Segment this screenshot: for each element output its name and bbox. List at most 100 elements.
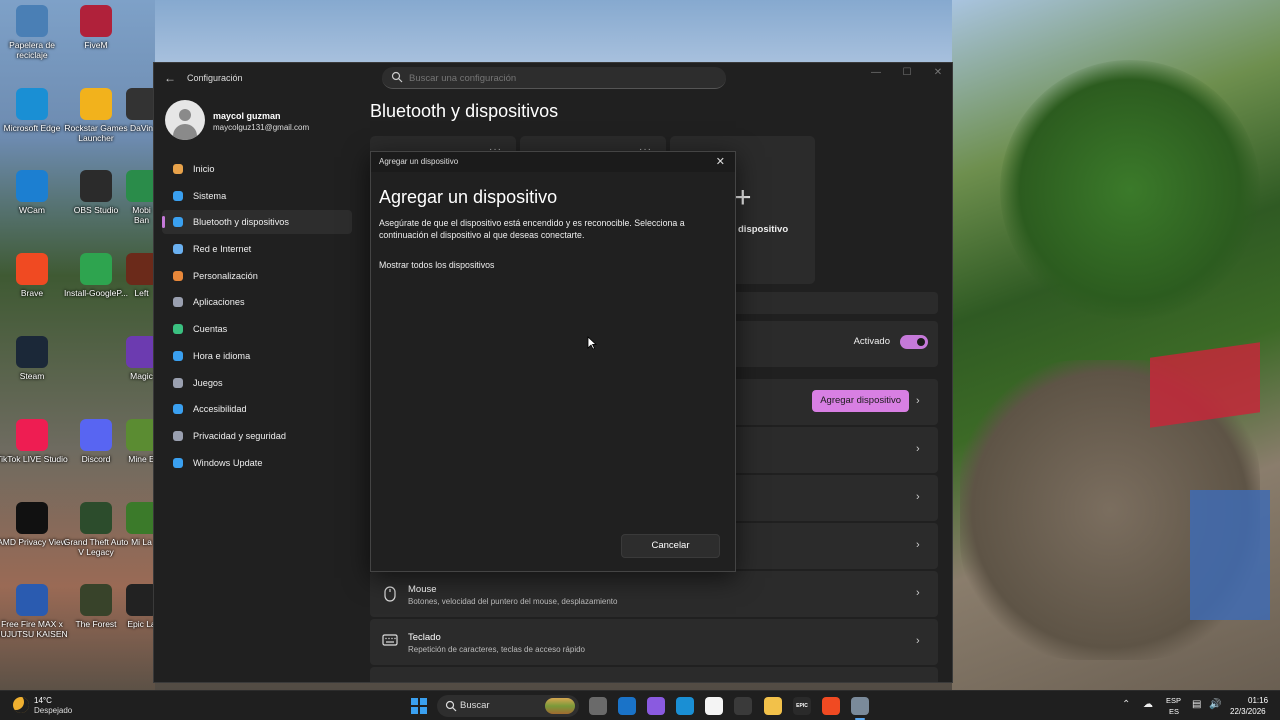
sidebar-item-personalizaci-n[interactable]: Personalización [162, 264, 352, 288]
sidebar-nav: Inicio Sistema Bluetooth y dispositivos Red… [162, 157, 352, 477]
tray-overflow-chevron-icon[interactable]: ⌃ [1122, 699, 1130, 710]
add-device-button[interactable]: Agregar dispositivo [812, 390, 909, 412]
desktop-shortcut[interactable]: Papelera de reciclaje [0, 5, 68, 60]
sidebar-item-juegos[interactable]: Juegos [162, 371, 352, 395]
desktop-shortcut[interactable]: Free Fire MAX x JUJUTSU KAISEN [0, 584, 68, 639]
clock-date[interactable]: 22/3/2026 [1230, 707, 1266, 716]
chevron-right-icon: › [916, 587, 920, 599]
desktop-shortcut-label: Papelera de reciclaje [9, 40, 55, 60]
minimize-button[interactable]: — [861, 67, 891, 81]
sidebar-item-sistema[interactable]: Sistema [162, 184, 352, 208]
desktop-shortcut[interactable]: Grand Theft Auto V Legacy [60, 502, 132, 557]
copilot-icon[interactable] [647, 697, 665, 715]
steam-icon [16, 336, 48, 368]
weather-moon-icon[interactable] [13, 697, 29, 713]
sidebar-item-privacidad-y-seguridad[interactable]: Privacidad y seguridad [162, 424, 352, 448]
weather-description[interactable]: Despejado [34, 706, 72, 715]
sidebar-item-bluetooth-y-dispositivos[interactable]: Bluetooth y dispositivos [162, 210, 352, 235]
settings-search-box[interactable] [382, 67, 726, 89]
sidebar-item-cuentas[interactable]: Cuentas [162, 317, 352, 341]
keyboard-icon [382, 634, 398, 650]
sidebar-item-label: Privacidad y seguridad [193, 430, 286, 441]
desktop-shortcut[interactable]: AMD Privacy View [0, 502, 68, 547]
desktop-shortcut[interactable]: OBS Studio [60, 170, 132, 215]
chevron-right-icon: › [916, 635, 920, 647]
user-profile[interactable]: maycol guzman maycolguz131@gmail.com [165, 100, 355, 142]
sidebar-item-label: Accesibilidad [193, 404, 247, 415]
close-button[interactable]: ✕ [923, 67, 952, 81]
epic-taskbar-icon[interactable]: EPIC [793, 697, 811, 715]
sidebar-item-accesibilidad[interactable]: Accesibilidad [162, 397, 352, 421]
keyboard-row[interactable]: Teclado Repetición de caracteres, teclas… [370, 619, 938, 665]
brave-taskbar-icon[interactable] [822, 697, 840, 715]
bluetooth-icon [171, 215, 185, 229]
sidebar-item-inicio[interactable]: Inicio [162, 157, 352, 181]
desktop-shortcut[interactable]: Install-GoogleP... [60, 253, 132, 298]
add-card-label: dispositivo [738, 224, 789, 235]
start-button[interactable] [411, 698, 427, 714]
store-icon[interactable] [705, 697, 723, 715]
sidebar-item-label: Inicio [193, 164, 215, 174]
back-arrow-icon[interactable]: ← [164, 71, 178, 85]
keyboard-layout-indicator[interactable]: ES [1169, 707, 1179, 716]
edge-icon [16, 88, 48, 120]
fivem-icon [80, 5, 112, 37]
desktop-shortcut-label: FiveM [84, 40, 108, 50]
chevron-right-icon[interactable]: › [916, 395, 926, 407]
mouse-row[interactable]: Mouse Botones, velocidad del puntero del… [370, 571, 938, 617]
cancel-button[interactable]: Cancelar [621, 534, 720, 558]
show-all-devices-link[interactable]: Mostrar todos los dispositivos [379, 260, 494, 270]
sidebar-item-red-e-internet[interactable]: Red e Internet [162, 237, 352, 261]
outlook-icon[interactable] [618, 697, 636, 715]
tiktok-icon [16, 419, 48, 451]
sidebar-item-label: Bluetooth y dispositivos [193, 217, 290, 228]
desktop-shortcut[interactable]: WCam [0, 170, 68, 215]
desktop-shortcut[interactable]: Microsoft Edge [0, 88, 68, 133]
volume-icon[interactable]: 🔊 [1209, 699, 1221, 710]
time-language-icon [171, 349, 185, 363]
rockstar-icon [80, 88, 112, 120]
obs-taskbar-icon[interactable] [734, 697, 752, 715]
desktop-shortcut[interactable]: FiveM [60, 5, 132, 50]
mouse-icon [382, 586, 398, 602]
user-name: maycol guzman [213, 111, 281, 121]
settings-taskbar-icon[interactable] [851, 697, 869, 720]
sidebar-item-label: Red e Internet [193, 244, 252, 255]
sidebar-item-label: Aplicaciones [193, 297, 245, 308]
language-indicator[interactable]: ESP [1166, 696, 1181, 705]
page-title: Bluetooth y dispositivos [370, 101, 559, 121]
wifi-icon[interactable]: ▤ [1192, 699, 1201, 710]
dialog-close-icon[interactable]: ✕ [716, 155, 725, 168]
amd-privacy-icon [16, 502, 48, 534]
desktop-shortcut[interactable]: Brave [0, 253, 68, 298]
bluetooth-toggle[interactable] [900, 335, 928, 349]
settings-search-input[interactable] [409, 70, 709, 86]
desktop-shortcut[interactable]: TikTok LIVE Studio [0, 419, 68, 464]
desktop-shortcut-label: TikTok LIVE Studio [0, 454, 68, 464]
network-tray-icon[interactable]: ☁ [1143, 699, 1153, 710]
maximize-button[interactable]: ☐ [892, 67, 922, 81]
chevron-right-icon: › [916, 443, 920, 455]
search-highlight-icon [545, 698, 575, 714]
device-row[interactable] [370, 667, 938, 682]
brush-icon [171, 269, 185, 283]
file-explorer-icon[interactable] [764, 697, 782, 715]
taskbar-search[interactable]: Buscar [437, 695, 579, 717]
sidebar-item-label: Hora e idioma [193, 350, 251, 361]
sidebar-item-windows-update[interactable]: Windows Update [162, 451, 352, 475]
desktop-shortcut[interactable]: Rockstar Games Launcher [60, 88, 132, 143]
weather-temperature[interactable]: 14°C [34, 696, 52, 705]
gta-icon [80, 502, 112, 534]
desktop-shortcut[interactable]: The Forest [60, 584, 132, 629]
desktop-shortcut[interactable]: Discord [60, 419, 132, 464]
sidebar-item-aplicaciones[interactable]: Aplicaciones [162, 290, 352, 314]
apps-icon [171, 295, 185, 309]
edge-taskbar-icon[interactable] [676, 697, 694, 715]
sidebar-item-label: Cuentas [193, 324, 228, 335]
clock-time[interactable]: 01:16 [1248, 696, 1268, 705]
desktop-shortcut-label: Microsoft Edge [3, 123, 61, 133]
task-view-icon[interactable] [589, 697, 607, 715]
desktop-shortcut[interactable]: Steam [0, 336, 68, 381]
desktop-shortcut-label: Brave [20, 288, 44, 298]
sidebar-item-hora-e-idioma[interactable]: Hora e idioma [162, 344, 352, 368]
